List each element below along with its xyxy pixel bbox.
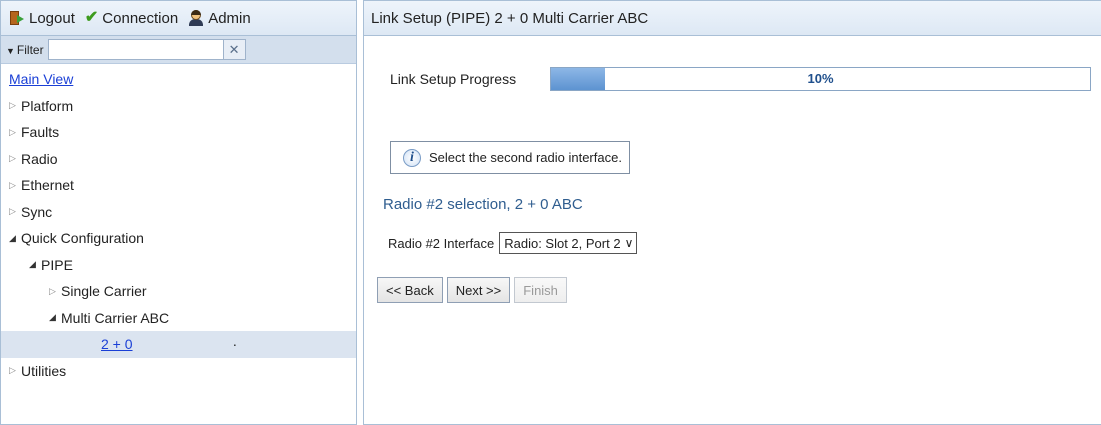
top-toolbar: Logout ✔ Connection Admin — [1, 1, 356, 36]
admin-label: Admin — [208, 9, 251, 27]
tree-item-main-view[interactable]: Main View — [1, 66, 356, 93]
navigation-tree: Main View ▷ Platform ▷ Faults ▷ Radio ▷ … — [1, 64, 356, 384]
connection-label: Connection — [102, 9, 179, 27]
cursor-dot: · — [232, 336, 238, 353]
close-icon[interactable]: ✕ — [223, 39, 246, 60]
user-icon — [188, 10, 204, 26]
tree-item-label: PIPE — [41, 256, 73, 273]
logout-label: Logout — [29, 9, 75, 27]
tree-item-faults[interactable]: ▷ Faults — [1, 119, 356, 146]
tree-item-multi-carrier-abc[interactable]: ◢ Multi Carrier ABC — [1, 305, 356, 332]
next-button[interactable]: Next >> — [446, 277, 511, 303]
tree-item-label: Platform — [21, 97, 74, 114]
checkmark-icon: ✔ — [84, 9, 99, 26]
tree-item-ethernet[interactable]: ▷ Ethernet — [1, 172, 356, 199]
logout-button[interactable]: Logout — [9, 10, 75, 27]
expand-arrow-icon[interactable]: ▷ — [9, 127, 21, 138]
finish-button: Finish — [514, 277, 567, 303]
interface-selected-value: Radio: Slot 2, Port 2 — [504, 235, 621, 251]
expand-arrow-icon[interactable]: ▷ — [9, 180, 21, 191]
info-text: Select the second radio interface. — [429, 150, 622, 165]
tree-item-utilities[interactable]: ▷ Utilities — [1, 358, 356, 385]
tree-item-label: Sync — [21, 203, 53, 220]
progress-bar: 10% — [550, 67, 1091, 91]
expand-arrow-icon[interactable]: ▷ — [9, 365, 21, 376]
info-icon: i — [403, 148, 421, 167]
back-button[interactable]: << Back — [377, 277, 443, 303]
interface-row: Radio #2 Interface Radio: Slot 2, Port 2… — [388, 232, 638, 254]
navigation-panel: Logout ✔ Connection Admin ▼ Filter ✕ Main… — [0, 0, 357, 425]
tree-item-label: 2 + 0 — [101, 336, 133, 353]
tree-item-pipe[interactable]: ◢ PIPE — [1, 252, 356, 279]
tree-item-label: Ethernet — [21, 177, 74, 194]
tree-item-quick-configuration[interactable]: ◢ Quick Configuration — [1, 225, 356, 252]
expand-arrow-icon[interactable]: ▷ — [9, 153, 21, 164]
collapse-arrow-icon[interactable]: ◢ — [29, 259, 41, 270]
expand-arrow-icon[interactable]: ▷ — [9, 100, 21, 111]
collapse-arrow-icon[interactable]: ◢ — [49, 312, 61, 323]
filter-label: Filter — [16, 42, 44, 57]
progress-row: Link Setup Progress 10% — [390, 67, 1091, 91]
filter-bar: ▼ Filter ✕ — [1, 36, 356, 64]
tree-item-2-plus-0[interactable]: 2 + 0 · — [1, 331, 356, 358]
tree-item-label: Radio — [21, 150, 58, 167]
tree-item-label: Multi Carrier ABC — [61, 309, 170, 326]
tree-item-label: Quick Configuration — [21, 230, 144, 247]
chevron-down-icon: ∨ — [624, 236, 634, 250]
progress-text: 10% — [807, 71, 834, 86]
interface-select[interactable]: Radio: Slot 2, Port 2 ∨ — [499, 232, 638, 254]
admin-button[interactable]: Admin — [188, 10, 251, 27]
filter-toggle[interactable]: ▼ Filter — [6, 43, 44, 57]
progress-label: Link Setup Progress — [390, 71, 517, 87]
tree-item-label: Single Carrier — [61, 283, 147, 300]
info-message: i Select the second radio interface. — [390, 141, 630, 174]
tree-item-single-carrier[interactable]: ▷ Single Carrier — [1, 278, 356, 305]
content-panel: Link Setup (PIPE) 2 + 0 Multi Carrier AB… — [363, 0, 1101, 425]
connection-button[interactable]: ✔ Connection — [85, 10, 178, 27]
wizard-buttons: << Back Next >> Finish — [377, 277, 567, 303]
tree-item-label: Utilities — [21, 362, 67, 379]
tree-item-platform[interactable]: ▷ Platform — [1, 93, 356, 120]
interface-label: Radio #2 Interface — [388, 235, 495, 251]
section-title: Radio #2 selection, 2 + 0 ABC — [383, 196, 583, 213]
filter-input[interactable] — [47, 39, 224, 60]
tree-item-radio[interactable]: ▷ Radio — [1, 146, 356, 173]
expand-arrow-icon[interactable]: ▷ — [49, 286, 61, 297]
page-title: Link Setup (PIPE) 2 + 0 Multi Carrier AB… — [364, 1, 1101, 36]
collapse-arrow-icon[interactable]: ◢ — [9, 233, 21, 244]
logout-icon — [9, 10, 25, 26]
tree-item-sync[interactable]: ▷ Sync — [1, 199, 356, 226]
tree-item-label: Main View — [9, 71, 74, 88]
triangle-down-icon: ▼ — [6, 45, 15, 56]
expand-arrow-icon[interactable]: ▷ — [9, 206, 21, 217]
tree-item-label: Faults — [21, 124, 60, 141]
